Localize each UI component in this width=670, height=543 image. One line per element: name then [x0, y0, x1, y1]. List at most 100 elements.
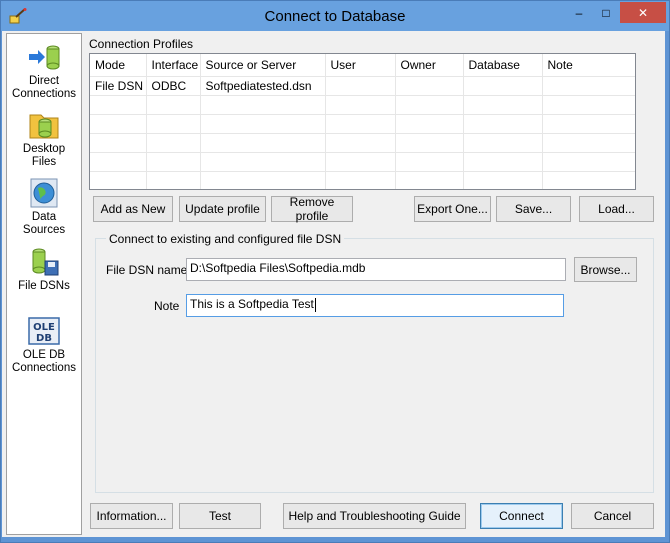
table-cell [325, 171, 396, 189]
table-cell [395, 133, 464, 153]
table-cell [395, 171, 464, 189]
table-cell [200, 152, 326, 172]
table-cell [325, 114, 396, 134]
browse-button[interactable]: Browse... [574, 257, 637, 282]
dialog-body: Direct Connections Desktop Files Data So… [2, 31, 665, 537]
table-cell [325, 95, 396, 115]
table-cell [200, 133, 326, 153]
test-button[interactable]: Test [179, 503, 261, 529]
profiles-table: Mode Interface Source or Server User Own… [90, 54, 635, 189]
table-cell [463, 95, 543, 115]
table-cell [146, 114, 201, 134]
file-dsn-name-field[interactable]: D:\Softpedia Files\Softpedia.mdb [186, 258, 566, 281]
table-cell [200, 95, 326, 115]
export-one-button[interactable]: Export One... [414, 196, 491, 222]
connection-profiles-grid[interactable]: Mode Interface Source or Server User Own… [89, 53, 636, 190]
table-cell [395, 152, 464, 172]
table-cell [90, 133, 147, 153]
sidebar-item-file-dsns[interactable]: File DSNs [7, 247, 81, 293]
sidebar-item-label: Files [31, 156, 57, 168]
table-cell [395, 95, 464, 115]
table-header-row: Mode Interface Source or Server User Own… [90, 54, 635, 77]
table-cell [542, 152, 635, 172]
column-header-user[interactable]: User [325, 54, 396, 77]
table-cell [463, 152, 543, 172]
update-profile-button[interactable]: Update profile [179, 196, 266, 222]
table-cell [542, 76, 635, 96]
column-header-source[interactable]: Source or Server [200, 54, 326, 77]
sidebar-item-label: File DSNs [18, 280, 70, 292]
column-header-database[interactable]: Database [463, 54, 543, 77]
table-cell [90, 114, 147, 134]
table-cell [542, 171, 635, 189]
table-cell [542, 95, 635, 115]
file-dsn-name-label: File DSN name [106, 263, 188, 277]
svg-text:OLE: OLE [33, 322, 55, 333]
sidebar-item-label: Direct [28, 75, 60, 87]
table-cell [395, 76, 464, 96]
table-cell [325, 152, 396, 172]
information-button[interactable]: Information... [90, 503, 173, 529]
column-header-mode[interactable]: Mode [90, 54, 147, 77]
table-cell [463, 171, 543, 189]
help-guide-button[interactable]: Help and Troubleshooting Guide [283, 503, 466, 529]
ole-db-icon: OLE DB [28, 317, 60, 345]
table-row[interactable] [90, 95, 635, 115]
close-icon: ✕ [637, 5, 649, 20]
desktop-files-icon [29, 114, 59, 139]
sidebar-item-label: Connections [12, 88, 76, 100]
table-cell [463, 133, 543, 153]
table-row[interactable] [90, 114, 635, 134]
text-caret [314, 297, 316, 312]
column-header-owner[interactable]: Owner [395, 54, 464, 77]
file-dsn-group-title: Connect to existing and configured file … [106, 232, 345, 246]
cancel-button[interactable]: Cancel [571, 503, 654, 529]
maximize-button[interactable]: □ [593, 2, 619, 23]
sidebar-item-label: OLE DB [22, 349, 66, 361]
table-cell [200, 114, 326, 134]
table-cell [146, 152, 201, 172]
table-cell [325, 76, 396, 96]
table-cell [90, 152, 147, 172]
table-cell [146, 133, 201, 153]
sidebar-item-ole-db[interactable]: OLE DB OLE DB Connections [7, 316, 81, 375]
title-bar[interactable]: Connect to Database – □ ✕ [1, 1, 669, 31]
save-button[interactable]: Save... [496, 196, 571, 222]
table-cell [542, 114, 635, 134]
table-row[interactable]: File DSN ODBC Softpediatested.dsn [90, 76, 635, 96]
sidebar-item-data-sources[interactable]: Data Sources [7, 178, 81, 237]
maximize-icon: □ [602, 5, 610, 20]
add-as-new-button[interactable]: Add as New [93, 196, 173, 222]
column-header-note[interactable]: Note [542, 54, 635, 77]
table-cell [542, 133, 635, 153]
file-dsns-icon [32, 248, 59, 276]
sidebar-item-label: Desktop [22, 143, 66, 155]
table-cell: Softpediatested.dsn [200, 76, 326, 96]
table-cell [463, 114, 543, 134]
sidebar-item-desktop-files[interactable]: Desktop Files [7, 110, 81, 169]
direct-connections-icon [29, 45, 60, 70]
load-button[interactable]: Load... [579, 196, 654, 222]
note-field[interactable]: This is a Softpedia Test [186, 294, 564, 317]
table-row[interactable] [90, 152, 635, 172]
table-row[interactable] [90, 171, 635, 189]
table-cell [146, 171, 201, 189]
data-sources-icon [30, 178, 58, 208]
close-button[interactable]: ✕ [620, 2, 666, 23]
table-cell [200, 171, 326, 189]
connect-to-database-window: Connect to Database – □ ✕ Direct Connect… [0, 0, 670, 543]
remove-profile-button[interactable]: Remove profile [271, 195, 353, 223]
sidebar-item-label: Connections [12, 362, 76, 374]
table-cell [90, 95, 147, 115]
sidebar-item-direct-connections[interactable]: Direct Connections [7, 42, 81, 101]
table-row[interactable] [90, 133, 635, 153]
svg-text:DB: DB [36, 333, 52, 344]
table-cell [463, 76, 543, 96]
table-cell [90, 171, 147, 189]
table-cell: File DSN [90, 76, 147, 96]
sidebar-item-label: Sources [22, 224, 66, 236]
table-cell [395, 114, 464, 134]
minimize-button[interactable]: – [566, 2, 592, 23]
column-header-interface[interactable]: Interface [146, 54, 201, 77]
connect-button[interactable]: Connect [480, 503, 563, 529]
